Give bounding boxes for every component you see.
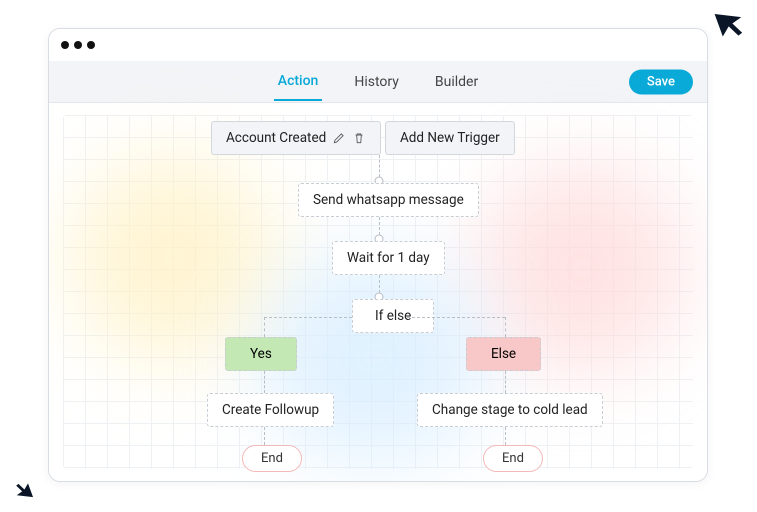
branch-yes[interactable]: Yes	[225, 337, 297, 371]
app-window: Action History Builder Save Account Crea…	[48, 28, 708, 482]
action-change-stage[interactable]: Change stage to cold lead	[417, 393, 603, 427]
cursor-decoration-icon	[9, 477, 37, 505]
tab-bar: Action History Builder Save	[49, 61, 707, 103]
step-label: Wait for 1 day	[347, 250, 430, 266]
connector	[379, 275, 380, 293]
trigger-node[interactable]: Account Created	[211, 121, 381, 155]
tab-builder[interactable]: Builder	[431, 64, 482, 100]
action-label: Change stage to cold lead	[432, 402, 588, 418]
connector	[264, 317, 265, 337]
window-titlebar	[49, 29, 707, 61]
step-label: Send whatsapp message	[313, 192, 464, 208]
window-dot-icon	[74, 41, 82, 49]
delete-icon[interactable]	[352, 131, 366, 145]
step-send-whatsapp[interactable]: Send whatsapp message	[298, 183, 479, 217]
tab-action[interactable]: Action	[274, 63, 323, 101]
cursor-decoration-icon	[708, 1, 754, 47]
tab-history[interactable]: History	[350, 64, 403, 100]
connector	[379, 155, 380, 177]
bg-blob-yellow	[69, 153, 279, 363]
end-node-left[interactable]: End	[242, 445, 302, 472]
window-dot-icon	[61, 41, 69, 49]
window-dot-icon	[87, 41, 95, 49]
add-trigger-label: Add New Trigger	[400, 130, 500, 146]
add-trigger-button[interactable]: Add New Trigger	[385, 121, 515, 155]
branch-else[interactable]: Else	[466, 337, 541, 371]
connector	[379, 217, 380, 235]
workflow-canvas[interactable]: Account Created Add New Trigger Send wha…	[49, 103, 707, 481]
action-label: Create Followup	[222, 402, 319, 418]
step-label: If else	[375, 308, 411, 324]
connector	[407, 317, 505, 318]
step-if-else[interactable]: If else	[352, 299, 434, 333]
connector	[505, 371, 506, 393]
connector	[264, 427, 265, 445]
connector	[505, 317, 506, 337]
connector	[264, 317, 352, 318]
end-node-right[interactable]: End	[483, 445, 543, 472]
action-create-followup[interactable]: Create Followup	[207, 393, 334, 427]
step-wait[interactable]: Wait for 1 day	[332, 241, 445, 275]
trigger-label: Account Created	[226, 130, 326, 146]
save-button[interactable]: Save	[629, 69, 693, 94]
connector	[264, 371, 265, 393]
edit-icon[interactable]	[332, 131, 346, 145]
connector	[505, 427, 506, 445]
